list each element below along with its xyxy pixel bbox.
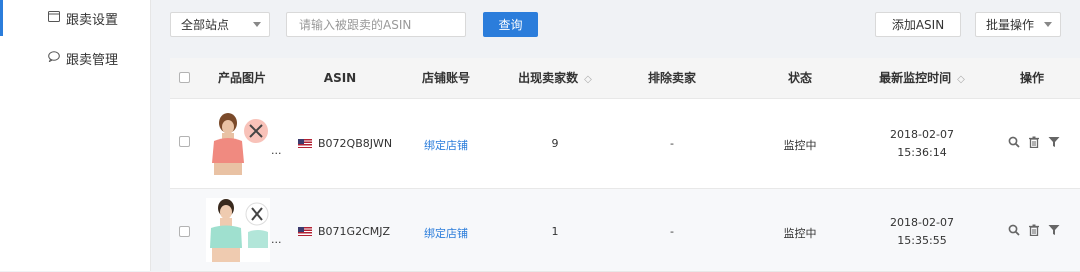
site-select[interactable]: 全部站点 [170, 12, 270, 37]
row-checkbox[interactable] [179, 136, 190, 147]
sidebar: 跟卖设置 跟卖管理 [0, 0, 151, 271]
header-exclude: 排除卖家 [647, 71, 696, 85]
status-text: 监控中 [783, 139, 817, 152]
batch-operations-select[interactable]: 批量操作 [975, 12, 1061, 37]
row-checkbox[interactable] [179, 226, 190, 237]
more-images-indicator: ... [271, 144, 282, 157]
table-header: 产品图片 ASIN 店铺账号 出现卖家数 ◇ 排除卖家 状态 最新监控时间 ◇ 操作 [170, 58, 1080, 99]
status-text: 监控中 [783, 227, 817, 240]
monitor-date: 2018-02-07 [890, 216, 954, 229]
seller-count: 9 [551, 137, 559, 150]
site-select-value: 全部站点 [181, 18, 230, 32]
main-content: 全部站点 查询 添加ASIN 批量操作 产品图片 ASIN 店铺账号 出现卖家数… [150, 0, 1080, 272]
header-image: 产品图片 [217, 71, 266, 85]
product-image[interactable] [206, 111, 270, 175]
asin-value[interactable]: B071G2CMJZ [318, 225, 390, 238]
asin-search-input[interactable] [286, 12, 466, 37]
header-monitor-time[interactable]: 最新监控时间 ◇ [862, 58, 982, 98]
trash-icon[interactable] [1028, 224, 1040, 237]
more-images-indicator: ... [271, 233, 282, 246]
trash-icon[interactable] [1028, 136, 1040, 149]
sort-icon[interactable]: ◇ [584, 60, 592, 100]
table-row: ... B072QB8JWN 绑定店铺 9 - 监控中 2018-02-07 1… [170, 99, 1080, 189]
header-status: 状态 [787, 71, 812, 85]
sidebar-item-label: 跟卖管理 [66, 52, 119, 68]
sidebar-item-follow-settings[interactable]: 跟卖设置 [0, 0, 150, 36]
exclude-sellers: - [670, 137, 674, 150]
row-actions [1008, 136, 1060, 149]
store-link[interactable]: 绑定店铺 [410, 137, 482, 153]
filter-icon[interactable] [1048, 224, 1060, 236]
sort-icon[interactable]: ◇ [957, 60, 965, 100]
filter-icon[interactable] [1048, 136, 1060, 148]
asin-cell: B072QB8JWN [298, 137, 410, 150]
query-button[interactable]: 查询 [483, 12, 538, 37]
add-asin-button[interactable]: 添加ASIN [875, 12, 961, 37]
monitor-time: 15:36:14 [897, 146, 947, 159]
monitor-time: 15:35:55 [897, 234, 947, 247]
header-monitor-time-label: 最新监控时间 [879, 71, 952, 85]
select-all-checkbox[interactable] [179, 72, 190, 83]
us-flag-icon [298, 139, 312, 148]
header-store: 店铺账号 [421, 71, 470, 85]
exclude-sellers: - [670, 225, 674, 238]
sidebar-item-label: 跟卖设置 [66, 12, 119, 28]
us-flag-icon [298, 227, 312, 236]
asin-cell: B071G2CMJZ [298, 225, 410, 238]
batch-operations-label: 批量操作 [986, 18, 1035, 32]
search-icon[interactable] [1008, 136, 1020, 148]
product-image[interactable] [206, 198, 270, 262]
header-sellers-label: 出现卖家数 [518, 71, 579, 85]
chevron-down-icon [253, 22, 261, 27]
monitor-date: 2018-02-07 [890, 128, 954, 141]
header-sellers[interactable]: 出现卖家数 ◇ [510, 58, 600, 98]
window-icon [48, 10, 60, 26]
table-row: ... B071G2CMJZ 绑定店铺 1 - 监控中 2018-02-07 1… [170, 189, 1080, 272]
sidebar-item-follow-management[interactable]: 跟卖管理 [0, 40, 150, 76]
header-actions: 操作 [1019, 71, 1044, 85]
header-asin: ASIN [323, 71, 357, 85]
search-icon[interactable] [1008, 224, 1020, 236]
asin-value[interactable]: B072QB8JWN [318, 137, 392, 150]
row-actions [1008, 224, 1060, 237]
chevron-down-icon [1044, 22, 1052, 27]
store-link[interactable]: 绑定店铺 [410, 225, 482, 241]
seller-count: 1 [551, 225, 559, 238]
chat-icon [48, 50, 60, 66]
